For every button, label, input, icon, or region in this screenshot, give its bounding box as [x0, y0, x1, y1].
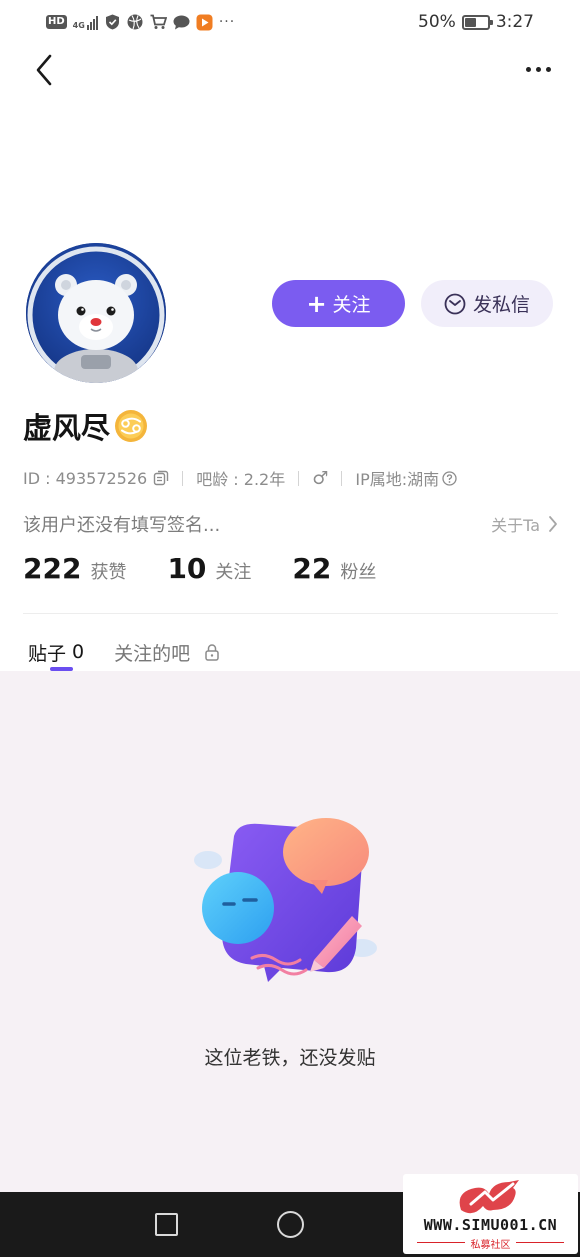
- clock: 3:27: [495, 12, 534, 32]
- following-count: 10: [167, 552, 207, 585]
- profile-tabs: 贴子 0 关注的吧: [28, 634, 220, 671]
- tab-followed-bars[interactable]: 关注的吧: [114, 636, 220, 668]
- tab-posts-label: 贴子: [28, 642, 67, 665]
- signature-row: 该用户还没有填写签名... 关于Ta: [23, 511, 558, 537]
- chat-bubble-icon: [173, 14, 190, 31]
- more-dot: [535, 66, 541, 72]
- more-notifications: ···: [218, 14, 236, 30]
- status-right: 50% 3:27: [418, 10, 534, 34]
- meta-info-row: ID : 493572526 吧龄 : 2.2年 ♂ IP属地:湖南: [23, 466, 457, 490]
- ball-app-icon: [127, 14, 144, 31]
- status-bar: HD 4G ··· 50% 3:27: [0, 0, 580, 44]
- battery-icon: [461, 14, 493, 30]
- send-message-button[interactable]: 发私信: [421, 280, 553, 327]
- watermark-logo: [459, 1180, 519, 1214]
- signature-text: 该用户还没有填写签名...: [23, 515, 221, 536]
- about-link[interactable]: 关于Ta: [491, 512, 558, 536]
- mail-icon: [444, 293, 466, 314]
- status-icons: HD 4G ···: [46, 12, 235, 32]
- section-divider: [23, 613, 558, 614]
- chevron-right-icon: [549, 516, 557, 532]
- lock-icon: [205, 644, 219, 661]
- follow-label: 关注: [332, 294, 371, 316]
- divider: [182, 470, 184, 486]
- cancer-zodiac-icon: [115, 410, 148, 442]
- home-button[interactable]: [277, 1211, 304, 1238]
- ip-location: IP属地:湖南: [355, 470, 440, 489]
- battery-percent: 50%: [418, 12, 456, 32]
- user-id: ID : 493572526: [23, 468, 148, 488]
- more-dot: [545, 66, 551, 72]
- follow-button[interactable]: + 关注: [272, 280, 405, 327]
- watermark-line: [516, 1242, 564, 1243]
- ip-help-button[interactable]: [442, 470, 457, 486]
- chevron-left-icon: [36, 54, 52, 86]
- empty-posts-illustration: [194, 818, 377, 982]
- tab-posts-count: 0: [72, 641, 85, 663]
- more-dot: [525, 66, 531, 72]
- following-label: 关注: [215, 562, 252, 583]
- posts-content-area: 这位老铁，还没发贴: [0, 671, 580, 1192]
- astronaut-polar-bear-avatar: [26, 243, 166, 383]
- fans-label: 粉丝: [340, 562, 377, 583]
- plus-icon: +: [306, 289, 327, 318]
- stats-row: 222 获赞 10 关注 22 粉丝: [23, 552, 376, 594]
- stat-fans[interactable]: 22 粉丝: [292, 552, 376, 585]
- empty-state-text: 这位老铁，还没发贴: [204, 1047, 376, 1069]
- stat-following[interactable]: 10 关注: [167, 552, 251, 585]
- nickname: 虚风尽: [23, 411, 111, 445]
- hd-badge: HD: [46, 15, 67, 29]
- more-options-button[interactable]: [518, 54, 558, 84]
- question-circle-icon: [442, 470, 457, 486]
- fans-count: 22: [292, 552, 332, 585]
- gender-icon: ♂: [312, 467, 329, 489]
- shield-check-icon: [104, 14, 121, 31]
- tab-followed-bars-label: 关注的吧: [114, 642, 191, 665]
- likes-label: 获赞: [90, 562, 127, 583]
- about-label: 关于Ta: [491, 516, 540, 535]
- divider: [298, 470, 300, 486]
- bar-age: 吧龄 : 2.2年: [196, 470, 286, 489]
- network-type: 4G: [72, 21, 85, 30]
- cellular-signal-icon: 4G: [73, 14, 98, 30]
- watermark: WWW.SIMU001.CN 私募社区: [403, 1174, 578, 1254]
- avatar[interactable]: [26, 243, 166, 383]
- recent-apps-button[interactable]: [155, 1213, 178, 1236]
- watermark-subtitle: 私募社区: [470, 1240, 511, 1251]
- likes-count: 222: [23, 552, 82, 585]
- copy-id-button[interactable]: [153, 470, 169, 486]
- nickname-row: 虚风尽: [23, 406, 148, 446]
- watermark-url: WWW.SIMU001.CN: [423, 1216, 558, 1234]
- cart-icon: [150, 14, 167, 31]
- back-button[interactable]: [26, 50, 62, 90]
- message-label: 发私信: [472, 294, 530, 316]
- copy-icon: [154, 470, 169, 486]
- divider: [341, 470, 343, 486]
- tab-posts[interactable]: 贴子 0: [28, 636, 85, 671]
- video-app-icon: [196, 14, 213, 31]
- stat-likes[interactable]: 222 获赞: [23, 552, 126, 585]
